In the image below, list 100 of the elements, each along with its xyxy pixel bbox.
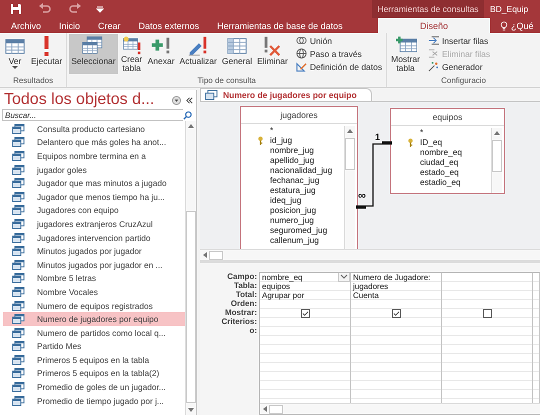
scroll-thumb[interactable]	[492, 140, 502, 172]
field-name[interactable]: nacionalidad_jug	[270, 165, 332, 175]
field-name[interactable]: estadio_eq	[420, 177, 461, 187]
field-name[interactable]: posicion_jug	[270, 205, 316, 215]
search-field[interactable]: Buscar...	[2, 109, 183, 121]
ribbon-button[interactable]: Crear tabla	[118, 34, 145, 74]
query-item[interactable]: Primeros 5 equipos en la tabla	[3, 353, 185, 367]
customize-menu-icon[interactable]	[96, 5, 104, 13]
grid-cell[interactable]: equipos	[260, 282, 350, 291]
field-name[interactable]: *	[270, 125, 274, 135]
query-item[interactable]: Equipos nombre termina en a	[3, 149, 185, 163]
relationship-line[interactable]	[354, 140, 394, 210]
grid-cell[interactable]: Cuenta	[351, 291, 441, 300]
scroll-up-icon[interactable]	[188, 124, 194, 128]
query-item[interactable]: jugador goles	[3, 162, 185, 176]
ribbon-button[interactable]: Seleccionar	[69, 34, 118, 74]
field-name[interactable]: ideq_jug	[270, 195, 302, 205]
ribbon-tab[interactable]: Crear	[89, 18, 130, 33]
query-item[interactable]: Numero de partidos como local q...	[3, 326, 185, 340]
scroll-thumb[interactable]	[269, 404, 283, 414]
query-item[interactable]: Nombre 5 letras	[3, 272, 185, 286]
undo-icon[interactable]	[38, 3, 52, 15]
query-item[interactable]: Jugadores intervencion partido	[3, 230, 185, 244]
query-icon	[12, 260, 25, 270]
scroll-left-icon[interactable]	[203, 252, 207, 258]
ribbon-button[interactable]: Actualizar	[178, 34, 219, 74]
scroll-thumb[interactable]	[186, 211, 196, 403]
query-item[interactable]: Jugador que menos tiempo ha ju...	[3, 190, 185, 204]
redo-icon[interactable]	[68, 3, 82, 15]
query-item[interactable]: Jugador que mas minutos a jugado	[3, 176, 185, 190]
query-item[interactable]: Nombre Vocales	[3, 285, 185, 299]
scrollbar[interactable]	[185, 121, 196, 415]
scrollbar[interactable]	[260, 403, 540, 414]
scroll-thumb[interactable]	[345, 138, 355, 170]
field-name[interactable]: callenum_jug	[270, 235, 319, 245]
query-item[interactable]: jugadores extranjeros CruzAzul	[3, 217, 185, 231]
grid-cell[interactable]: jugadores	[351, 282, 441, 291]
query-item[interactable]: Promedio de tiempo jugado por j...	[3, 394, 185, 408]
grid-cell[interactable]: Numero de Jugadore:	[351, 273, 441, 282]
query-item[interactable]: Delantero que más goles ha anot...	[3, 136, 185, 150]
query-item[interactable]: Promedio de goles de un jugador...	[3, 380, 185, 394]
tell-me-field[interactable]: ¿Qué	[511, 20, 534, 30]
field-name[interactable]: nombre_eq	[420, 147, 462, 157]
query-item[interactable]: Minutos jugados por jugador en ...	[3, 258, 185, 272]
save-icon[interactable]	[10, 3, 22, 15]
nav-pane-title[interactable]: Todos los objetos d...	[4, 91, 168, 109]
table-field-list[interactable]: equipos * ID_eq nombre_eq ciudad_eq estado_eq estadio_eq	[390, 108, 505, 194]
query-icon	[12, 137, 25, 148]
query-item[interactable]: Partido Mes	[3, 340, 185, 354]
ribbon-button[interactable]: Eliminar	[255, 34, 290, 74]
query-item[interactable]: Consulta producto cartesiano	[3, 122, 185, 136]
ribbon-tab[interactable]: Herramientas de base de datos	[208, 18, 352, 33]
ribbon-button[interactable]: Ejecutar	[29, 34, 64, 74]
ribbon-button[interactable]: Insertar filas	[426, 34, 492, 47]
field-name[interactable]: estado_eq	[420, 167, 459, 177]
ribbon-button[interactable]: Generador	[426, 60, 492, 73]
scroll-up-icon[interactable]	[494, 131, 500, 135]
query-icon	[12, 232, 25, 243]
dropdown-icon[interactable]	[172, 96, 181, 104]
table-field-list[interactable]: jugadores * id_jug nombre_jug apellido_jug nacionalidad_jug fechanac_jug estatura_jug ideq_jug posicion_jug numero_jug seguromed_jug callenum_jug	[240, 106, 358, 249]
scrollbar[interactable]	[200, 249, 540, 263]
ribbon-button[interactable]: Paso a través	[294, 47, 384, 60]
field-name[interactable]: ciudad_eq	[420, 157, 458, 167]
row-label: Tabla:	[234, 281, 257, 290]
field-name[interactable]: id_jug	[270, 135, 292, 145]
field-name[interactable]: numero_jug	[270, 215, 314, 225]
scrollbar[interactable]	[344, 126, 355, 249]
collapse-icon[interactable]	[185, 96, 194, 104]
field-name[interactable]: estatura_jug	[270, 185, 316, 195]
ribbon-button[interactable]: Mostrar tabla	[389, 34, 422, 74]
ribbon-tab[interactable]: Archivo	[2, 18, 50, 33]
ribbon-button[interactable]: Unión	[294, 34, 384, 47]
field-name[interactable]: *	[420, 127, 424, 137]
field-name[interactable]: fechanac_jug	[270, 175, 320, 185]
scroll-up-icon[interactable]	[347, 129, 353, 133]
document-tab[interactable]: Numero de jugadores por equipo	[200, 88, 372, 101]
query-item[interactable]: Numero de jugadores por equipo	[3, 312, 185, 326]
query-item[interactable]: Jugadores con equipo	[3, 204, 185, 218]
query-item[interactable]: Minutos jugados por jugador	[3, 244, 185, 258]
ribbon-button[interactable]: Definición de datos	[294, 60, 384, 73]
scroll-left-icon[interactable]	[263, 406, 267, 412]
scroll-down-icon[interactable]	[188, 408, 194, 412]
ribbon-button[interactable]: Ver	[2, 34, 28, 74]
grid-cell[interactable]: nombre_eq	[260, 273, 350, 282]
field-name[interactable]: apellido_jug	[270, 155, 314, 165]
ribbon-tab[interactable]: Inicio	[50, 18, 90, 33]
query-item[interactable]: Numero de equipos registrados	[3, 298, 185, 312]
ribbon-button[interactable]: General	[220, 34, 254, 74]
ribbon-tab[interactable]: Diseño	[378, 18, 490, 33]
field-name[interactable]: seguromed_jug	[270, 225, 328, 235]
ribbon-button[interactable]: Anexar	[146, 34, 177, 74]
field-name[interactable]: nombre_jug	[270, 145, 314, 155]
field-name[interactable]: ID_eq	[420, 137, 442, 147]
row-label: o:	[249, 326, 257, 335]
scrollbar[interactable]	[491, 128, 502, 193]
grid-cell[interactable]: Agrupar por	[260, 291, 350, 300]
query-item[interactable]: Primeros 5 equipos en la tabla(2)	[3, 366, 185, 380]
ribbon-tab[interactable]: Datos externos	[130, 18, 208, 33]
dropdown-icon[interactable]	[338, 273, 350, 282]
scroll-thumb[interactable]	[209, 250, 223, 260]
